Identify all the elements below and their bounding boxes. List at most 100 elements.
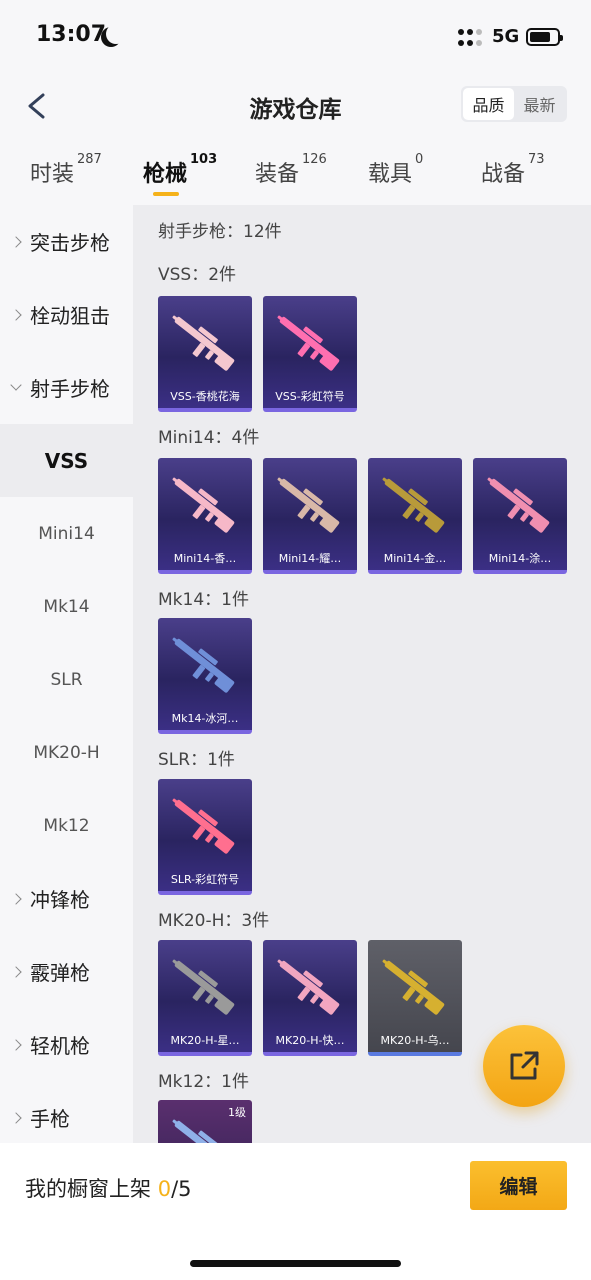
bottom-bar: 我的橱窗上架 0/5 编辑 bbox=[0, 1143, 591, 1280]
tab-label: 载具 bbox=[368, 162, 413, 187]
sidebar-item-label: VSS bbox=[44, 448, 89, 473]
section-title: Mini14：4件 bbox=[158, 428, 260, 448]
weapon-type-sidebar: 突击步枪栓动狙击射手步枪 VSS Mini14 Mk14 SLR MK20-H Mk12 冲锋… bbox=[0, 205, 133, 1145]
sidebar-item-label: 霰弹枪 bbox=[30, 961, 90, 985]
tab-guns[interactable]: 枪械103 bbox=[143, 152, 217, 188]
tab-label: 装备 bbox=[255, 162, 300, 187]
sidebar-item-label: 手枪 bbox=[30, 1107, 70, 1131]
rifle-icon bbox=[382, 959, 445, 1015]
sidebar-item-label: 突击步枪 bbox=[30, 231, 110, 255]
status-time: 13:07 bbox=[36, 22, 107, 47]
sidebar-item-label: 射手步枪 bbox=[30, 377, 110, 401]
rifle-icon bbox=[487, 477, 550, 533]
weapon-skin-label: VSS-香桃花海 bbox=[170, 390, 240, 403]
section-title: SLR：1件 bbox=[158, 750, 235, 770]
weapon-skin-card[interactable]: Mini14-耀… bbox=[263, 458, 357, 574]
chevron-down-icon bbox=[10, 378, 22, 391]
showcase-count: 0 bbox=[157, 1177, 172, 1201]
tab-count: 103 bbox=[190, 152, 218, 167]
rifle-icon bbox=[172, 637, 235, 693]
rifle-icon bbox=[277, 959, 340, 1015]
rifle-icon bbox=[172, 315, 235, 371]
section-title: Mk14：1件 bbox=[158, 590, 249, 610]
sidebar-item-label: 冲锋枪 bbox=[30, 888, 90, 912]
section-title: MK20-H：3件 bbox=[158, 911, 270, 931]
showcase-total: /5 bbox=[171, 1177, 192, 1201]
sidebar-subitem[interactable]: Mk14 bbox=[0, 570, 133, 643]
weapon-skin-label: SLR-彩虹符号 bbox=[170, 873, 240, 886]
edit-button[interactable]: 编辑 bbox=[470, 1161, 567, 1210]
tab-label: 时装 bbox=[30, 162, 75, 187]
sidebar-category[interactable]: 栓动狙击 bbox=[0, 278, 133, 351]
sort-newest-button[interactable]: 最新 bbox=[514, 88, 565, 120]
weapon-skin-card[interactable]: VSS-香桃花海 bbox=[158, 296, 252, 412]
tab-vehicles[interactable]: 载具0 bbox=[368, 152, 423, 188]
showcase-label: 我的橱窗上架 bbox=[25, 1177, 151, 1201]
cellular-signal-icon bbox=[458, 29, 484, 47]
chevron-right-icon bbox=[10, 235, 22, 248]
weapon-skin-card[interactable]: VSS-彩虹符号 bbox=[263, 296, 357, 412]
weapon-skin-label: Mini14-香… bbox=[173, 552, 237, 565]
weapon-skin-card[interactable]: MK20-H-星… bbox=[158, 940, 252, 1056]
sort-toggle: 品质 最新 bbox=[461, 86, 567, 122]
sidebar-subitem[interactable]: MK20-H bbox=[0, 716, 133, 789]
weapon-skin-card[interactable]: Mini14-涂… bbox=[473, 458, 567, 574]
weapon-skin-card[interactable]: Mini14-金… bbox=[368, 458, 462, 574]
sidebar-item-label: Mk12 bbox=[43, 815, 90, 836]
tab-supplies[interactable]: 战备73 bbox=[481, 152, 545, 188]
showcase-status: 我的橱窗上架 0/5 bbox=[25, 1173, 192, 1203]
sidebar-item-label: Mini14 bbox=[38, 523, 95, 544]
sidebar-subitem[interactable]: Mini14 bbox=[0, 497, 133, 570]
sidebar-category[interactable]: 突击步枪 bbox=[0, 205, 133, 278]
weapon-skin-label: Mk14-冰河… bbox=[171, 712, 239, 725]
weapon-skin-label: MK20-H-乌… bbox=[380, 1034, 450, 1047]
tab-outfits[interactable]: 时装287 bbox=[30, 152, 102, 188]
tab-count: 287 bbox=[77, 152, 102, 167]
tab-count: 0 bbox=[415, 152, 424, 167]
rifle-icon bbox=[172, 959, 235, 1015]
home-indicator[interactable] bbox=[190, 1260, 401, 1267]
sidebar-category[interactable]: 霰弹枪 bbox=[0, 935, 133, 1008]
chevron-right-icon bbox=[10, 892, 22, 905]
rifle-icon bbox=[277, 477, 340, 533]
tab-label: 战备 bbox=[481, 162, 526, 187]
rifle-icon bbox=[172, 477, 235, 533]
sidebar-category[interactable]: 射手步枪 bbox=[0, 351, 133, 424]
status-bar: 13:07 5G bbox=[0, 0, 591, 76]
sidebar-item-label: 轻机枪 bbox=[30, 1034, 90, 1058]
rifle-icon bbox=[172, 798, 235, 854]
weapon-skin-label: MK20-H-星… bbox=[170, 1034, 240, 1047]
sidebar-item-label: Mk14 bbox=[43, 596, 90, 617]
active-tab-indicator bbox=[153, 192, 179, 196]
weapon-skin-card[interactable]: MK20-H-快… bbox=[263, 940, 357, 1056]
sort-quality-button[interactable]: 品质 bbox=[463, 88, 514, 120]
rifle-icon bbox=[382, 477, 445, 533]
sidebar-item-label: 栓动狙击 bbox=[30, 304, 110, 328]
sidebar-subitem[interactable]: VSS bbox=[0, 424, 133, 497]
chevron-right-icon bbox=[10, 308, 22, 321]
item-grid: 射手步枪：12件 VSS：2件 VSS-香桃花海 VSS-彩虹符号 Mini14：4件 M… bbox=[133, 205, 591, 1145]
weapon-skin-card[interactable]: 1级 bbox=[158, 1100, 252, 1145]
sidebar-item-label: MK20-H bbox=[33, 742, 100, 763]
weapon-skin-card[interactable]: Mk14-冰河… bbox=[158, 618, 252, 734]
chevron-right-icon bbox=[10, 1038, 22, 1051]
sidebar-category[interactable]: 轻机枪 bbox=[0, 1008, 133, 1081]
tab-equipment[interactable]: 装备126 bbox=[255, 152, 327, 188]
sidebar-category[interactable]: 冲锋枪 bbox=[0, 862, 133, 935]
battery-icon bbox=[526, 28, 563, 46]
sidebar-subitem[interactable]: SLR bbox=[0, 643, 133, 716]
weapon-skin-card[interactable]: MK20-H-乌… bbox=[368, 940, 462, 1056]
share-button[interactable] bbox=[483, 1025, 565, 1107]
sidebar-subitem[interactable]: Mk12 bbox=[0, 789, 133, 862]
weapon-skin-card[interactable]: SLR-彩虹符号 bbox=[158, 779, 252, 895]
section-title: Mk12：1件 bbox=[158, 1072, 249, 1092]
chevron-right-icon bbox=[10, 965, 22, 978]
app-header: 游戏仓库 品质 最新 bbox=[0, 76, 591, 136]
chevron-right-icon bbox=[10, 1111, 22, 1124]
category-tabs: 时装287 枪械103 装备126 载具0 战备73 bbox=[0, 146, 591, 202]
sidebar-item-label: SLR bbox=[50, 669, 83, 690]
rifle-icon bbox=[277, 315, 340, 371]
network-type: 5G bbox=[492, 26, 520, 47]
weapon-skin-card[interactable]: Mini14-香… bbox=[158, 458, 252, 574]
level-badge: 1级 bbox=[228, 1106, 246, 1119]
